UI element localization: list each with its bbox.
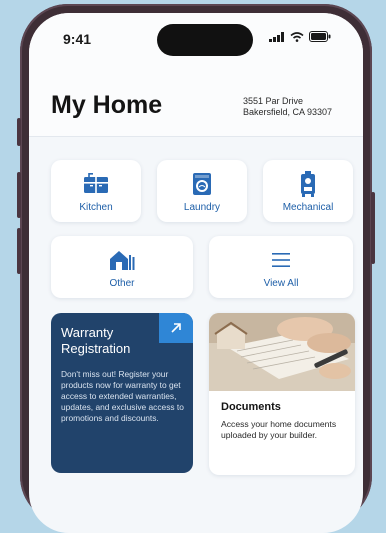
category-label: Laundry <box>183 202 221 213</box>
battery-icon <box>309 31 331 42</box>
menu-icon <box>270 248 292 272</box>
warranty-card-title: Warranty Registration <box>61 325 131 356</box>
status-icons <box>269 31 331 42</box>
laundry-icon <box>190 172 214 196</box>
dynamic-island <box>157 24 253 56</box>
warranty-card-body: Don't miss out! Register your products n… <box>61 369 184 423</box>
phone-side-button <box>17 172 21 218</box>
documents-card-title: Documents <box>221 401 281 413</box>
wifi-icon <box>290 31 304 42</box>
kitchen-icon <box>81 172 111 196</box>
page-title: My Home <box>51 91 163 119</box>
signal-icon <box>269 31 284 42</box>
documents-card-body: Access your home documents uploaded by y… <box>221 419 337 440</box>
address-line-1: 3551 Par Drive <box>243 96 304 106</box>
mechanical-icon <box>298 171 318 197</box>
documents-photo <box>209 313 355 391</box>
documents-card[interactable]: Documents Access your home documents upl… <box>209 313 355 475</box>
address-line-2: Bakersfield, CA 93307 <box>243 107 333 117</box>
app-screen: 9:41 My Home 3551 Par Drive Bakersfield,… <box>29 13 363 533</box>
category-tile-other[interactable]: Other <box>51 236 193 298</box>
category-tile-mechanical[interactable]: Mechanical <box>263 160 353 222</box>
category-label: Mechanical <box>282 202 334 213</box>
phone-side-button <box>17 118 21 146</box>
home-address: 3551 Par Drive Bakersfield, CA 93307 <box>243 96 332 118</box>
house-icon <box>108 248 136 272</box>
view-all-button[interactable]: View All <box>209 236 353 298</box>
arrow-up-right-icon[interactable] <box>159 313 193 343</box>
status-time: 9:41 <box>63 31 92 47</box>
phone-side-button <box>17 228 21 274</box>
category-label: View All <box>263 278 299 289</box>
phone-power-button <box>371 192 375 264</box>
category-tile-laundry[interactable]: Laundry <box>157 160 247 222</box>
category-label: Kitchen <box>79 202 113 213</box>
warranty-registration-card[interactable]: Warranty Registration Don't miss out! Re… <box>51 313 193 473</box>
category-label: Other <box>109 278 135 289</box>
category-tile-kitchen[interactable]: Kitchen <box>51 160 141 222</box>
